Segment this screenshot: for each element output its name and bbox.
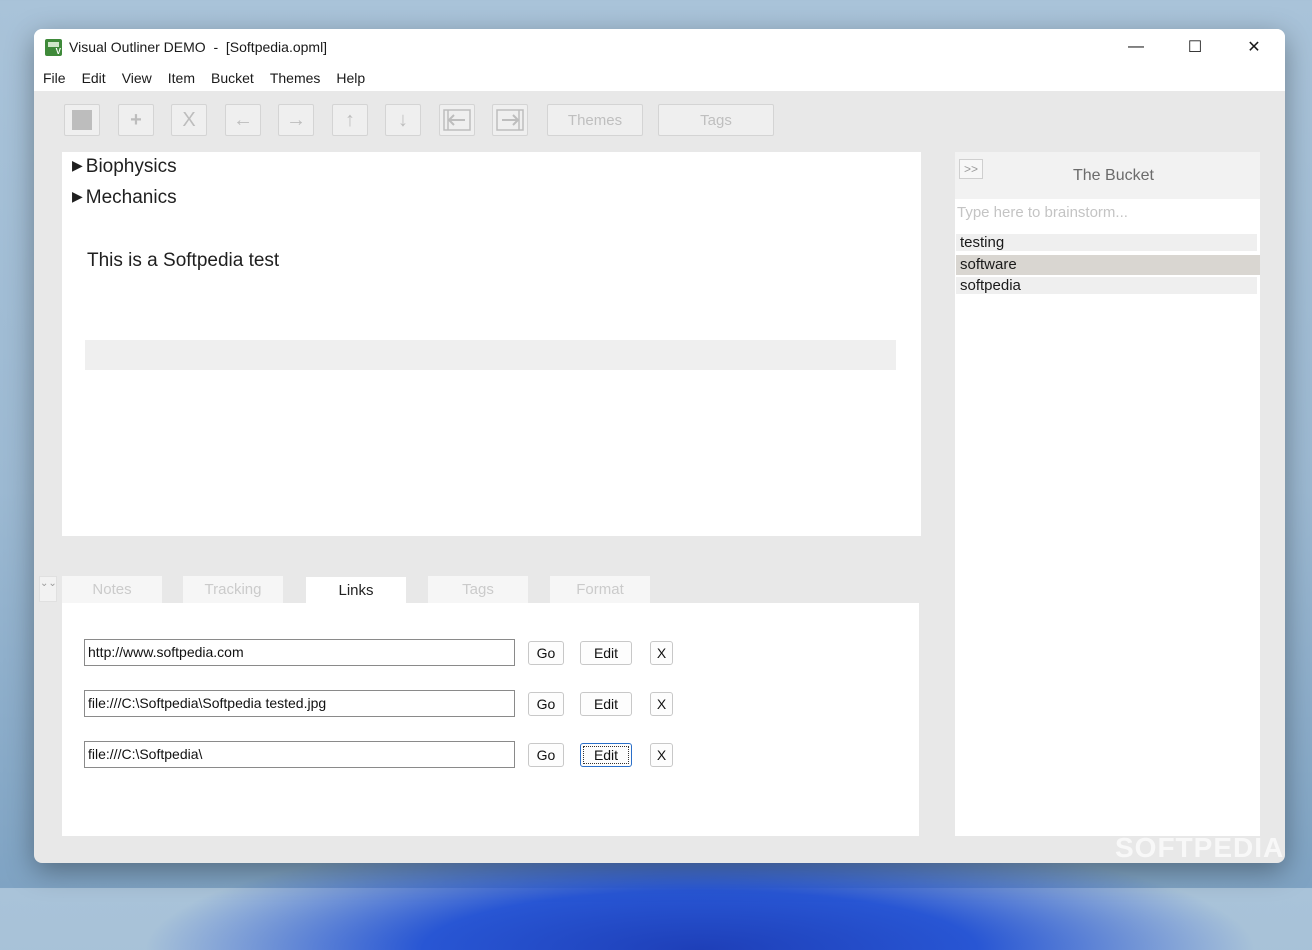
bucket-item[interactable]: testing bbox=[956, 234, 1257, 251]
go-link-button[interactable]: Go bbox=[528, 641, 564, 665]
menu-themes[interactable]: Themes bbox=[270, 70, 321, 86]
bucket-title: The Bucket bbox=[1073, 167, 1154, 184]
outline-node-label: Mechanics bbox=[85, 187, 177, 208]
expand-arrow-icon[interactable]: ▶ bbox=[72, 157, 83, 173]
tab-notes[interactable]: Notes bbox=[62, 576, 162, 603]
outline-node[interactable]: ▶ Mechanics bbox=[72, 187, 177, 209]
expand-arrow-icon[interactable]: ▶ bbox=[72, 188, 83, 204]
move-up-button[interactable]: ↑ bbox=[332, 104, 368, 136]
move-right-button[interactable]: → bbox=[278, 104, 314, 136]
link-url-field[interactable]: file:///C:\Softpedia\Softpedia tested.jp… bbox=[84, 690, 515, 717]
square-icon bbox=[72, 110, 92, 130]
menu-item[interactable]: Item bbox=[168, 70, 195, 86]
app-logo-icon: V bbox=[45, 39, 62, 56]
edit-link-button[interactable]: Edit bbox=[580, 743, 632, 767]
bucket-header: >> The Bucket bbox=[955, 152, 1260, 199]
item-edit-field[interactable] bbox=[85, 340, 896, 370]
tab-tags[interactable]: Tags bbox=[428, 576, 528, 603]
chevrons-down-icon: ⌄⌄ bbox=[40, 578, 57, 589]
link-url-field[interactable]: http://www.softpedia.com bbox=[84, 639, 515, 666]
menu-file[interactable]: File bbox=[43, 70, 66, 86]
move-left-button[interactable]: ← bbox=[225, 104, 261, 136]
menu-bar: File Edit View Item Bucket Themes Help bbox=[34, 65, 1285, 91]
edit-link-button[interactable]: Edit bbox=[580, 641, 632, 665]
outdent-icon bbox=[443, 109, 471, 131]
link-url-field[interactable]: file:///C:\Softpedia\ bbox=[84, 741, 515, 768]
bucket-item[interactable]: softpedia bbox=[956, 277, 1257, 294]
brainstorm-input[interactable]: Type here to brainstorm... bbox=[955, 200, 1260, 226]
tab-format[interactable]: Format bbox=[550, 576, 650, 603]
outline-node-label: Biophysics bbox=[85, 156, 177, 177]
go-link-button[interactable]: Go bbox=[528, 692, 564, 716]
outdent-button[interactable] bbox=[439, 104, 475, 136]
outline-node[interactable]: ▶ Biophysics bbox=[72, 156, 177, 178]
new-item-button[interactable] bbox=[64, 104, 100, 136]
menu-edit[interactable]: Edit bbox=[82, 70, 106, 86]
delete-item-button[interactable]: X bbox=[171, 104, 207, 136]
indent-button[interactable] bbox=[492, 104, 528, 136]
collapse-panel-button[interactable]: ⌄⌄ bbox=[39, 576, 57, 602]
menu-bucket[interactable]: Bucket bbox=[211, 70, 254, 86]
toolbar: + X ← → ↑ ↓ Themes Tags bbox=[34, 91, 1285, 151]
bucket-item[interactable]: software bbox=[956, 255, 1260, 275]
maximize-button[interactable]: ☐ bbox=[1166, 29, 1224, 65]
themes-button[interactable]: Themes bbox=[547, 104, 643, 136]
menu-view[interactable]: View bbox=[122, 70, 152, 86]
menu-help[interactable]: Help bbox=[336, 70, 365, 86]
watermark-logo: SOFTPEDIA bbox=[1115, 832, 1285, 863]
remove-link-button[interactable]: X bbox=[650, 641, 673, 665]
remove-link-button[interactable]: X bbox=[650, 743, 673, 767]
app-window: V Visual Outliner DEMO - [Softpedia.opml… bbox=[34, 29, 1285, 863]
minimize-button[interactable]: — bbox=[1107, 29, 1165, 65]
indent-icon bbox=[496, 109, 524, 131]
title-bar: V Visual Outliner DEMO - [Softpedia.opml… bbox=[34, 29, 1285, 65]
outline-item-text[interactable]: This is a Softpedia test bbox=[87, 250, 279, 272]
tab-links[interactable]: Links bbox=[306, 577, 406, 604]
bucket-panel: >> The Bucket Type here to brainstorm...… bbox=[955, 152, 1260, 836]
remove-link-button[interactable]: X bbox=[650, 692, 673, 716]
bucket-toggle-button[interactable]: >> bbox=[959, 159, 983, 179]
tab-tracking[interactable]: Tracking bbox=[183, 576, 283, 603]
add-item-button[interactable]: + bbox=[118, 104, 154, 136]
outline-pane[interactable]: ▶ Biophysics ▶ Mechanics This is a Softped… bbox=[62, 152, 921, 536]
close-button[interactable]: ✕ bbox=[1225, 29, 1283, 65]
tags-button[interactable]: Tags bbox=[658, 104, 774, 136]
links-panel: http://www.softpedia.com Go Edit X file:… bbox=[62, 603, 919, 836]
go-link-button[interactable]: Go bbox=[528, 743, 564, 767]
edit-link-button[interactable]: Edit bbox=[580, 692, 632, 716]
window-title: Visual Outliner DEMO - [Softpedia.opml] bbox=[69, 39, 328, 55]
move-down-button[interactable]: ↓ bbox=[385, 104, 421, 136]
